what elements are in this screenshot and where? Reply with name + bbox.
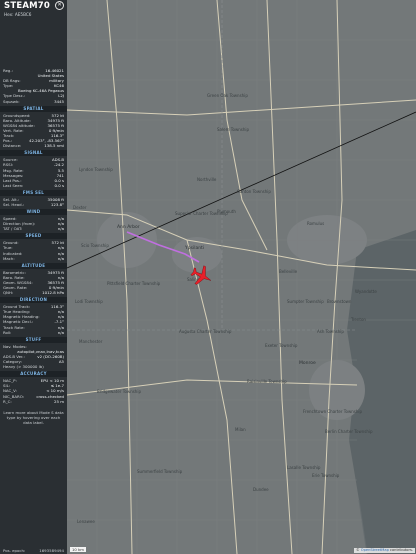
- info-row: Mach: n/a: [0, 256, 67, 261]
- panel-header: STEAM70 Hex: AE5BC6 ✕: [0, 0, 67, 22]
- map-label: Milan: [235, 427, 246, 432]
- map-label: Raisinville Township: [247, 379, 287, 384]
- map-label: Ypsilanti: [185, 246, 205, 251]
- section-header-altitude[interactable]: ALTITUDE: [0, 262, 67, 269]
- info-row: QNH: 1012.8 hPa: [0, 290, 67, 295]
- aircraft-info-panel: STEAM70 Hex: AE5BC6 ✕ Reg.: 16-46021 Unite…: [0, 0, 67, 554]
- map-label: Wyandotte: [355, 289, 377, 294]
- info-row: Heavy (> 300000 lb): [0, 364, 67, 369]
- info-label: Type:: [3, 83, 14, 89]
- info-value: 1012.8 hPa: [42, 290, 64, 296]
- map-label: Brownstown: [327, 299, 352, 304]
- position-epoch: Pos. epoch: 1693589494: [3, 548, 64, 553]
- close-icon[interactable]: ✕: [55, 1, 64, 10]
- detail-sections: SPATIAL Groundspeed: 572 kt Baro. Altitude:…: [0, 105, 67, 404]
- aircraft-photo-area: [0, 22, 67, 68]
- map-label: Belleville: [279, 269, 298, 274]
- hex-value: AE5BC6: [14, 12, 32, 17]
- section-header-direction[interactable]: DIRECTION: [0, 297, 67, 304]
- info-row: Distance: 138.5 nmi: [0, 143, 67, 148]
- map-label: Exeter Township: [265, 343, 298, 348]
- map-label: Monroe: [299, 361, 316, 366]
- hex-line: Hex: AE5BC6: [4, 12, 65, 17]
- map-canvas: [67, 0, 416, 554]
- info-label: Sel. Head.:: [3, 201, 25, 207]
- map-label: Frenchtown Charter Township: [303, 409, 363, 414]
- scale-bar: 10 km: [70, 547, 86, 552]
- help-note: Learn more about Mode S data type by hov…: [3, 409, 64, 425]
- section-header-spatial[interactable]: SPATIAL: [0, 105, 67, 112]
- map-label: Berlin Charter Township: [325, 429, 373, 434]
- hex-label: Hex:: [4, 12, 14, 17]
- info-label: Distance:: [3, 143, 22, 149]
- map-label: Lodi Township: [75, 299, 103, 304]
- info-label: Mach:: [3, 255, 15, 261]
- map-label: Trenton: [351, 317, 366, 322]
- map-label: Romulus: [307, 221, 325, 226]
- map-attribution: © OpenStreetMap contributors.: [354, 548, 415, 553]
- section-header-accuracy[interactable]: ACCURACY: [0, 371, 67, 378]
- osm-link[interactable]: OpenStreetMap: [361, 548, 389, 552]
- map-label: Bridgewater Township: [97, 389, 141, 394]
- info-label: Squawk:: [3, 98, 20, 104]
- map-label: Northville: [197, 177, 217, 182]
- info-value: n/a: [57, 329, 64, 335]
- section-header-signal[interactable]: SIGNAL: [0, 150, 67, 157]
- info-label: R_C:: [3, 398, 12, 404]
- info-label: Roll:: [3, 329, 12, 335]
- info-value: n/a: [57, 226, 64, 232]
- info-row: R_C: 25 m: [0, 399, 67, 404]
- info-row: TAT / OAT: n/a: [0, 226, 67, 231]
- info-row: Roll: n/a: [0, 330, 67, 335]
- map-label: Sumpter Township: [287, 299, 324, 304]
- info-value: n/a: [57, 255, 64, 261]
- section-header-stuff[interactable]: STUFF: [0, 336, 67, 343]
- info-label: QNH:: [3, 290, 14, 296]
- map-label: Lenawee: [77, 519, 95, 524]
- info-row: Sel. Head.: 123.8°: [0, 202, 67, 207]
- map-label: Scio Township: [81, 243, 109, 248]
- info-label: TAT / OAT:: [3, 226, 23, 232]
- aircraft-basic-info: Reg.: 16-46021 United States DB flags: milit…: [0, 68, 67, 104]
- section-header-wind[interactable]: WIND: [0, 209, 67, 216]
- map-label: Salem Township: [217, 127, 250, 132]
- info-value: A5: [58, 359, 64, 365]
- info-value: 25 m: [54, 398, 64, 404]
- info-value: 123.8°: [50, 201, 64, 207]
- map-label: Superior Charter Township: [175, 211, 228, 216]
- map-label: Manchester: [79, 339, 103, 344]
- map-label: Canton Township: [237, 189, 271, 194]
- info-label: Heavy (> 300000 lb): [3, 364, 44, 370]
- map-label: Lasalle Township: [287, 465, 321, 470]
- map-label: Green Oak Township: [207, 93, 248, 98]
- section-header-fms-sel[interactable]: FMS SEL: [0, 189, 67, 196]
- map-label: Ann Arbor: [117, 225, 140, 230]
- info-row: Squawk: 3445: [0, 99, 67, 104]
- map-label: Pittsfield Charter Township: [107, 281, 161, 286]
- info-row: Last Seen: 0.0 s: [0, 183, 67, 188]
- info-value: 138.5 nmi: [44, 143, 64, 149]
- info-label: Last Seen:: [3, 182, 24, 188]
- info-value: 0.0 s: [54, 182, 64, 188]
- epoch-value: 1693589494: [39, 548, 64, 553]
- map-label: Dexter: [73, 205, 87, 210]
- info-value: 3445: [54, 98, 64, 104]
- map-label: Dundee: [253, 487, 269, 492]
- map-label: Augusta Charter Township: [179, 329, 232, 334]
- map-label: Lyndon Township: [79, 167, 113, 172]
- map-view[interactable]: Ann Arbor Ypsilanti Saline Plymouth Monroe Au…: [67, 0, 416, 554]
- epoch-label: Pos. epoch:: [3, 548, 26, 553]
- section-header-speed[interactable]: SPEED: [0, 233, 67, 240]
- map-label: Ash Township: [317, 329, 344, 334]
- info-label: Reg.:: [3, 68, 13, 73]
- map-label: Erie Township: [312, 473, 340, 478]
- map-label: Summerfield Township: [137, 469, 183, 474]
